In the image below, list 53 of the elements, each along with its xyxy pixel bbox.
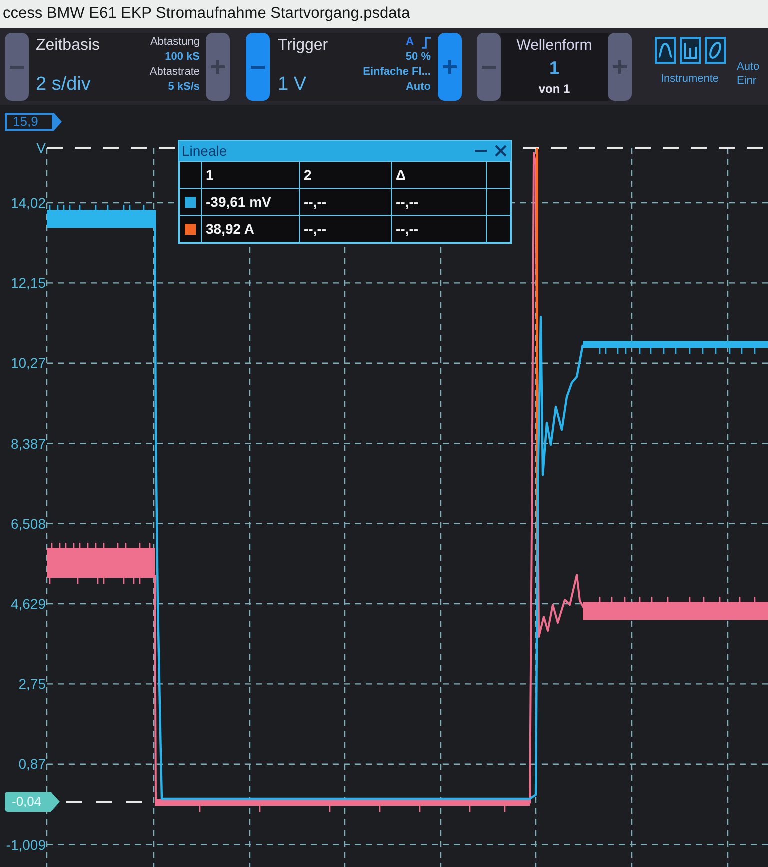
axis-label: 0,87	[18, 755, 46, 774]
axis-label: -1,009	[5, 836, 46, 854]
sine-wave-icon[interactable]	[654, 37, 676, 64]
bars-icon[interactable]	[680, 37, 700, 64]
plus-button[interactable]	[438, 33, 462, 101]
offset-marker: -0,04	[5, 792, 60, 812]
axis-label: 8,387	[10, 434, 46, 453]
column-header: 2	[300, 162, 392, 188]
table-cell: --,--	[392, 216, 486, 242]
table-cell: -39,61 mV	[202, 188, 300, 216]
channel-label: A	[406, 35, 414, 50]
setting-value: 5 kS/s	[168, 80, 200, 95]
toolbar-text[interactable]: Auto	[737, 60, 760, 74]
axis-label: 2,75	[18, 675, 46, 694]
timebase-label: Zeitbasis	[36, 36, 102, 56]
axis-label: 4,629	[10, 595, 46, 613]
window-title: ccess BMW E61 EKP Stromaufnahme Startvorgang.psdata	[3, 4, 410, 24]
table-cell: --,--	[392, 188, 486, 216]
minus-icon	[251, 66, 265, 68]
axis-unit: V	[36, 139, 46, 157]
minus-icon	[10, 66, 24, 68]
column-header: 1	[202, 162, 300, 188]
setting-label: Abtastung	[150, 35, 200, 50]
timebase-value[interactable]: 2 s/div	[36, 74, 134, 96]
toolbar-text[interactable]: Einr	[737, 74, 760, 88]
waveform-count: von 1	[538, 81, 570, 97]
axis-label: 10,27	[10, 354, 46, 372]
rising-edge-icon	[422, 36, 431, 48]
close-icon[interactable]	[495, 145, 507, 157]
axis-label: 14,02	[10, 194, 46, 212]
trigger-mode: Auto	[406, 80, 431, 95]
instruments-label[interactable]: Instrumente	[660, 72, 720, 86]
panel-title: Lineale	[182, 142, 228, 160]
axis-marker: 15,9	[5, 113, 62, 131]
waveform-label: Wellenform	[516, 37, 592, 55]
axis-label: 12,15	[10, 274, 46, 292]
table-cell: 38,92 A	[202, 216, 300, 242]
setting-value: 100 kS	[165, 50, 200, 65]
table-cell: --,--	[300, 216, 392, 242]
plus-icon	[613, 60, 627, 74]
waveform-number: 1	[549, 57, 560, 79]
plus-icon	[443, 60, 457, 74]
trigger-value[interactable]: 1 V	[278, 74, 350, 96]
trigger-label: Trigger	[278, 36, 330, 56]
axis-label: 6,508	[10, 514, 46, 533]
minus-icon	[482, 66, 496, 68]
trigger-type: Einfache Fl...	[363, 65, 431, 80]
minus-button[interactable]	[246, 33, 270, 101]
threshold-value: 50 %	[406, 50, 431, 65]
plus-icon	[211, 60, 225, 74]
setting-label: Abtastrate	[150, 65, 200, 80]
column-header: Δ	[392, 162, 486, 188]
table-cell: --,--	[300, 188, 392, 216]
